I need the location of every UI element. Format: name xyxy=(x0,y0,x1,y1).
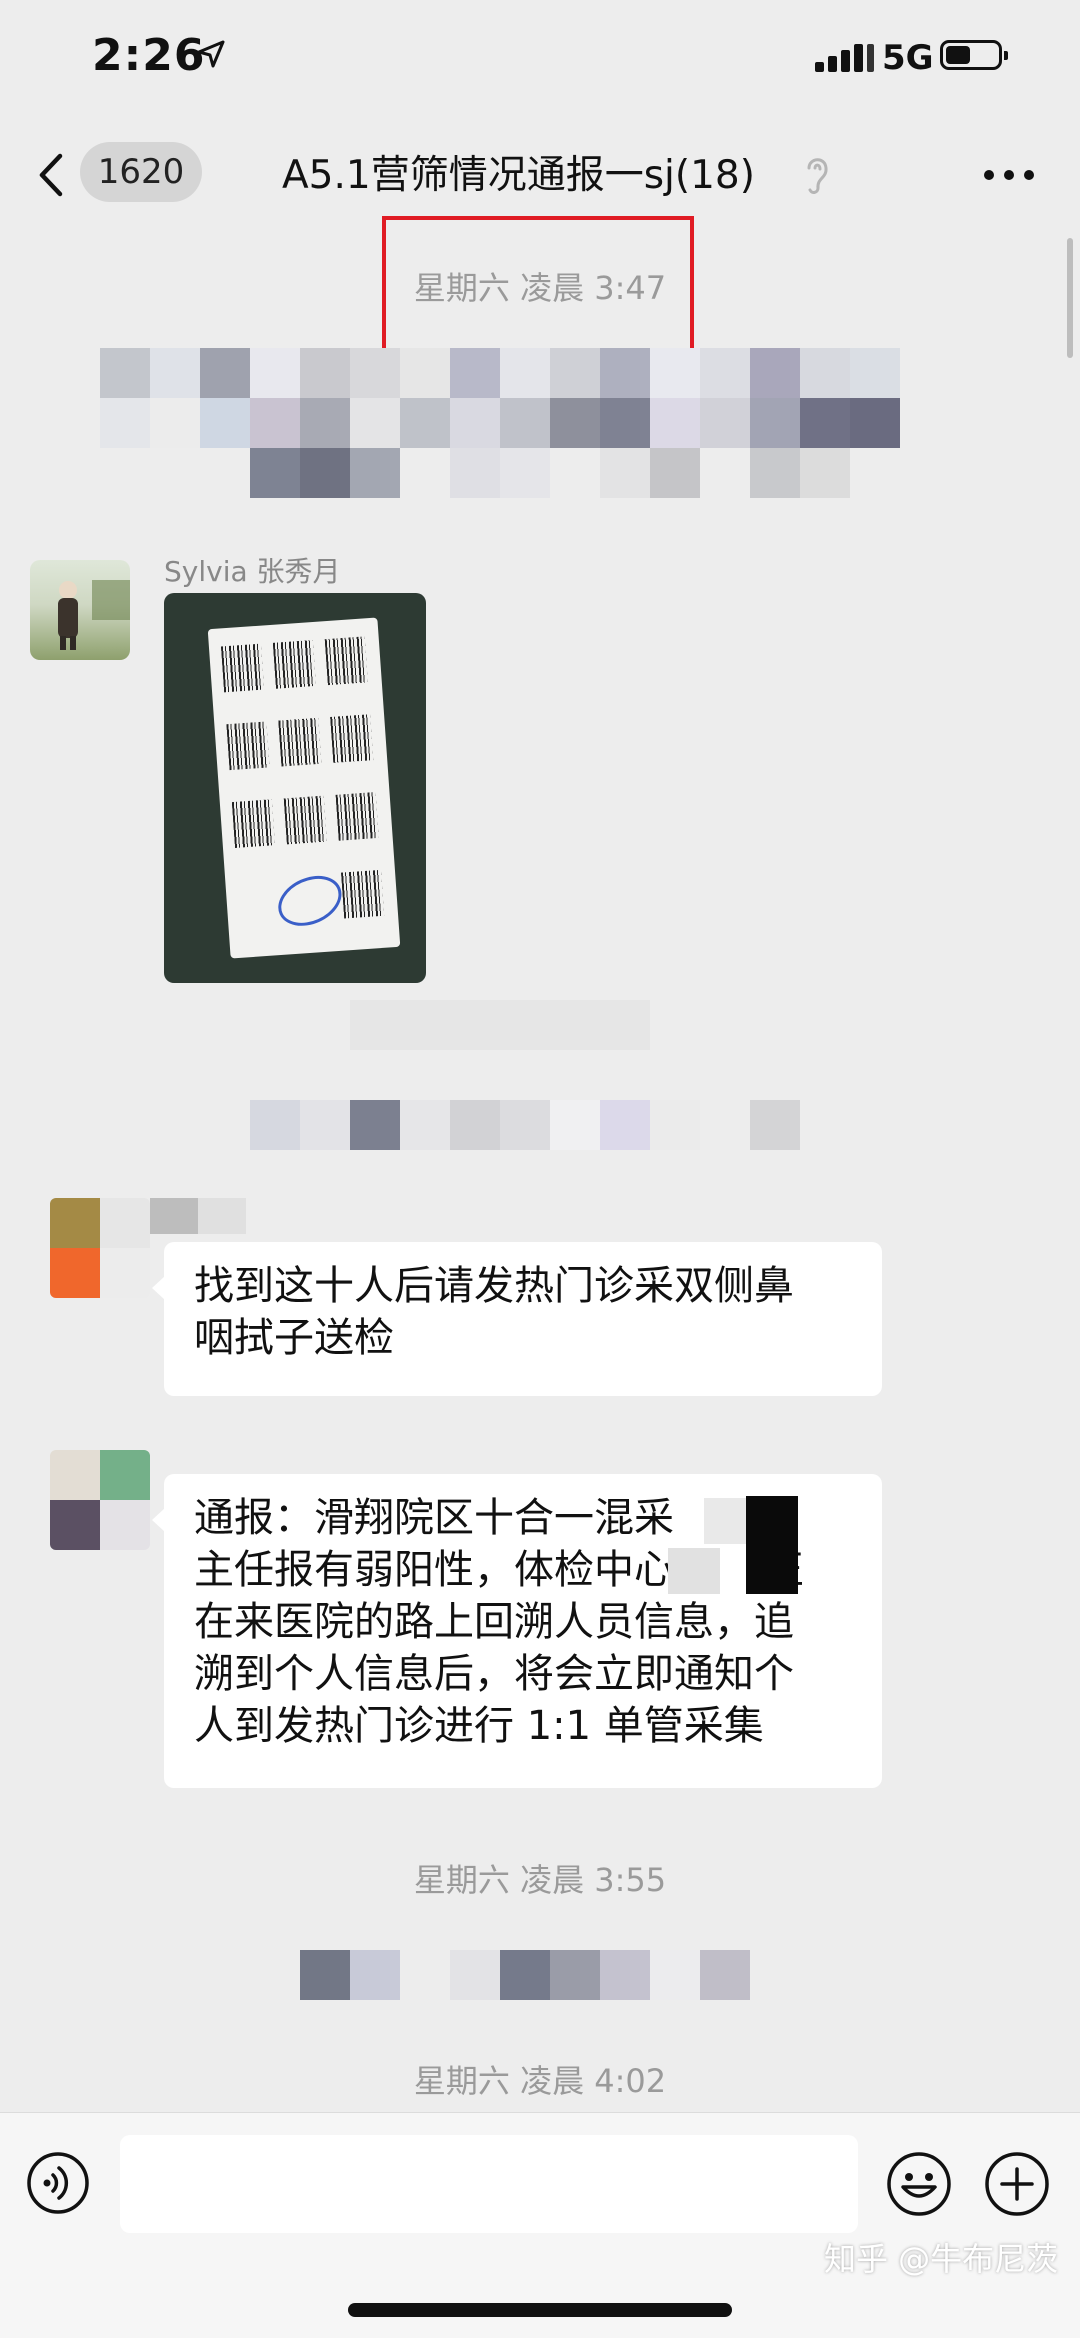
plus-icon[interactable] xyxy=(984,2151,1050,2217)
battery-icon xyxy=(940,40,1008,70)
timestamp: 星期六 凌晨 4:02 xyxy=(413,2062,667,2100)
pixelated-sender-name xyxy=(150,1198,250,1234)
message-text: 找到这十人后请发热门诊采双侧鼻 xyxy=(194,1263,794,1309)
avatar[interactable] xyxy=(50,1198,150,1298)
more-icon[interactable] xyxy=(984,170,1034,180)
status-time: 2:26 xyxy=(92,30,206,81)
barcode-labels-photo xyxy=(207,617,401,959)
location-arrow-icon xyxy=(197,40,225,68)
emoji-icon[interactable] xyxy=(886,2151,952,2217)
message-text: 在来医院的路上回溯人员信息，追 xyxy=(194,1599,794,1645)
voice-icon[interactable] xyxy=(26,2151,90,2215)
pixelated-message xyxy=(100,348,1000,500)
message-bubble[interactable]: 找到这十人后请发热门诊采双侧鼻 咽拭子送检 xyxy=(152,1242,882,1396)
home-indicator[interactable] xyxy=(348,2303,732,2317)
chat-nav-bar: 1620 A5.1营筛情况通报一sj(18) xyxy=(0,120,1080,230)
avatar-figure xyxy=(58,580,130,650)
message-bubble[interactable]: 通报：滑翔院区十合一混采 主任报有弱阳性，体检中心正 在来医院的路上回溯人员信息… xyxy=(152,1474,882,1788)
message-input[interactable] xyxy=(120,2135,858,2233)
network-type: 5G xyxy=(882,38,934,78)
highlight-annotation xyxy=(382,216,694,358)
avatar[interactable] xyxy=(50,1450,150,1550)
sender-name: Sylvia 张秀月 xyxy=(164,555,341,588)
status-bar: 2:26 5G xyxy=(0,0,1080,120)
message-text: 咽拭子送检 xyxy=(194,1315,394,1361)
chat-title[interactable]: A5.1营筛情况通报一sj(18) xyxy=(282,144,755,200)
redaction-block xyxy=(746,1496,798,1594)
back-chevron-icon[interactable] xyxy=(36,152,66,198)
message-text: 溯到个人信息后，将会立即通知个 xyxy=(194,1651,794,1697)
pixelated-message xyxy=(300,1950,800,2000)
pixelated-message xyxy=(250,1000,810,1150)
image-message[interactable] xyxy=(164,593,426,983)
watermark: 知乎 @牛布尼茨 xyxy=(824,2240,1059,2278)
unread-count-badge[interactable]: 1620 xyxy=(80,142,202,202)
message-text: 人到发热门诊进行 1:1 单管采集 xyxy=(194,1703,764,1749)
input-bar xyxy=(0,2112,1080,2338)
avatar[interactable] xyxy=(30,560,130,660)
signal-icon xyxy=(815,42,875,72)
timestamp: 星期六 凌晨 3:55 xyxy=(413,1861,667,1899)
mute-icon xyxy=(807,158,828,194)
